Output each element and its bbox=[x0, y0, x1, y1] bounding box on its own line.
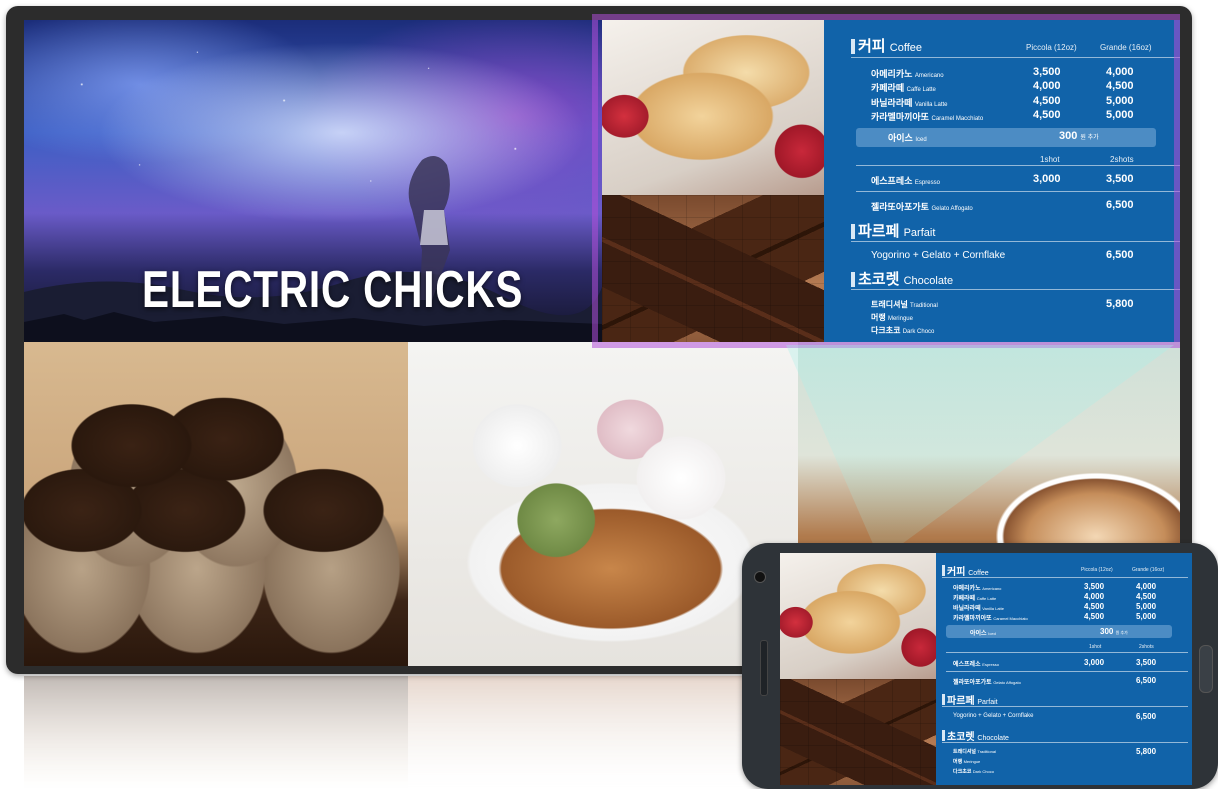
menu-item-price-small: 4,500 bbox=[1033, 109, 1061, 121]
chocolate-section-title: 초코렛 Chocolate bbox=[947, 732, 1009, 743]
section-marker bbox=[851, 39, 855, 54]
crepe-photo-small bbox=[780, 553, 936, 679]
section-marker bbox=[942, 565, 945, 576]
phone-speaker bbox=[760, 640, 768, 696]
menu-item-price-large: 5,000 bbox=[1106, 95, 1134, 107]
shot-col-2: 2shots bbox=[1139, 644, 1154, 650]
divider bbox=[942, 577, 1188, 578]
menu-item-name: 바닐라라떼 Vanilla Latte bbox=[871, 98, 948, 108]
menu-item-name: 바닐라라떼 Vanilla Latte bbox=[953, 606, 1004, 612]
menu-item-price-large: 4,000 bbox=[1106, 66, 1134, 78]
divider bbox=[851, 57, 1180, 58]
menu-item-price-small: 4,500 bbox=[1084, 612, 1105, 621]
menu-item-price-large: 5,000 bbox=[1136, 602, 1157, 611]
menu-item-price-large: 4,500 bbox=[1106, 80, 1134, 92]
chocolate-photo-small bbox=[780, 679, 936, 785]
divider bbox=[851, 289, 1180, 290]
menu-item-name: 아메리카노 Americano bbox=[871, 69, 944, 79]
coffee-col-large: Grande (16oz) bbox=[1132, 567, 1165, 573]
coffee-section-title: 커피 Coffee bbox=[947, 567, 989, 578]
shot-col-2: 2shots bbox=[1110, 155, 1134, 164]
parfait-price: 6,500 bbox=[1106, 249, 1134, 261]
menu-item-price-1shot: 3,000 bbox=[1084, 658, 1105, 667]
menu-item-price-small: 4,000 bbox=[1084, 592, 1105, 601]
section-marker bbox=[942, 730, 945, 741]
chocolate-price: 5,800 bbox=[1136, 747, 1157, 756]
parfait-section-title: 파르페 Parfait bbox=[947, 696, 998, 707]
menu-item-price-small: 3,500 bbox=[1033, 66, 1061, 78]
menu-item-name: 에스프레소 Espresso bbox=[871, 176, 940, 186]
shot-col-1: 1shot bbox=[1040, 155, 1060, 164]
parfait-item: Yogorino + Gelato + Cornflake bbox=[871, 250, 1006, 261]
menu-item-price-small: 4,500 bbox=[1033, 95, 1061, 107]
crepe-photo bbox=[602, 20, 824, 195]
phone-screen: 커피 Coffee Piccola (12oz) Grande (16oz) 아… bbox=[780, 553, 1192, 785]
menu-item-price-large: 4,000 bbox=[1136, 582, 1157, 591]
divider bbox=[856, 165, 1180, 166]
menu-item-name: 다크초코 Dark Choco bbox=[871, 326, 935, 335]
menu-item-name: 젤라또아포가토 Gelato Affogato bbox=[953, 680, 1021, 686]
menu-item-price-large: 4,500 bbox=[1136, 592, 1157, 601]
iced-option-label: 아이스 Iced bbox=[888, 133, 927, 143]
divider bbox=[946, 671, 1188, 672]
hero-title: ELECTRIC CHICKS bbox=[142, 261, 524, 319]
divider bbox=[942, 706, 1188, 707]
parfait-section-title: 파르페 Parfait bbox=[858, 223, 936, 240]
shot-col-1: 1shot bbox=[1089, 644, 1102, 650]
menu-item-price-small: 4,000 bbox=[1033, 80, 1061, 92]
menu-item-price: 6,500 bbox=[1136, 676, 1157, 685]
divider bbox=[946, 652, 1188, 653]
menu-item-name: 다크초코 Dark Choco bbox=[953, 769, 994, 775]
chocolate-price: 5,800 bbox=[1106, 298, 1134, 310]
menu-item-name: 머랭 Meringue bbox=[871, 313, 913, 322]
menu-item-name: 아메리카노 Americano bbox=[953, 586, 1002, 592]
iced-option-price: 300 원 추가 bbox=[1059, 130, 1099, 142]
menu-item-name: 트래디셔널 Traditional bbox=[953, 749, 996, 755]
menu-item-price-large: 5,000 bbox=[1136, 612, 1157, 621]
menu-item-name: 머랭 Meringue bbox=[953, 759, 981, 765]
chocolate-section-title: 초코렛 Chocolate bbox=[858, 271, 954, 288]
phone-side-button[interactable] bbox=[1199, 645, 1213, 693]
divider bbox=[942, 742, 1188, 743]
hero-anime-night-sky: ELECTRIC CHICKS bbox=[24, 20, 602, 342]
coffee-section-title: 커피 Coffee bbox=[858, 38, 922, 55]
divider bbox=[851, 241, 1180, 242]
section-marker bbox=[851, 224, 855, 239]
menu-item-name: 카페라떼 Caffe Latte bbox=[953, 596, 997, 602]
menu-item-price-2shots: 3,500 bbox=[1136, 658, 1157, 667]
coffee-col-large: Grande (16oz) bbox=[1100, 43, 1152, 52]
menu-item-price: 6,500 bbox=[1106, 199, 1134, 211]
waffle-gelato-photo bbox=[408, 342, 798, 666]
menu-item-name: 카라멜마끼아또 Caramel Macchiato bbox=[871, 112, 984, 122]
chocolate-photo bbox=[602, 195, 824, 342]
camera-icon bbox=[754, 571, 766, 583]
menu-item-name: 트래디셔널 Traditional bbox=[871, 300, 938, 309]
coffee-col-small: Piccola (12oz) bbox=[1026, 43, 1077, 52]
parfait-price: 6,500 bbox=[1136, 712, 1157, 721]
menu-item-price-1shot: 3,000 bbox=[1033, 173, 1061, 185]
coffee-col-small: Piccola (12oz) bbox=[1081, 567, 1113, 573]
menu-item-price-small: 4,500 bbox=[1084, 602, 1105, 611]
menu-item-price-large: 5,000 bbox=[1106, 109, 1134, 121]
menu-board: 커피 Coffee Piccola (12oz) Grande (16oz) 아… bbox=[824, 20, 1180, 342]
menu-item-name: 카라멜마끼아또 Caramel Macchiato bbox=[953, 616, 1028, 622]
menu-item-name: 카페라떼 Caffe Latte bbox=[871, 83, 936, 93]
menu-item-price-small: 3,500 bbox=[1084, 582, 1105, 591]
divider bbox=[856, 191, 1180, 192]
smartphone: 커피 Coffee Piccola (12oz) Grande (16oz) 아… bbox=[742, 543, 1218, 789]
section-marker bbox=[942, 694, 945, 705]
iced-option-price: 300 원 추가 bbox=[1100, 627, 1128, 636]
menu-board-mobile: 커피 Coffee Piccola (12oz) Grande (16oz) 아… bbox=[936, 553, 1192, 785]
menu-item-name: 에스프레소 Espresso bbox=[953, 662, 999, 668]
menu-item-name: 젤라또아포가토 Gelato Affogato bbox=[871, 202, 973, 212]
iced-option-label: 아이스 Iced bbox=[970, 631, 996, 637]
section-marker bbox=[851, 272, 855, 287]
coffee-beans-photo bbox=[24, 342, 408, 666]
parfait-item: Yogorino + Gelato + Cornflake bbox=[953, 713, 1034, 719]
menu-item-price-2shots: 3,500 bbox=[1106, 173, 1134, 185]
